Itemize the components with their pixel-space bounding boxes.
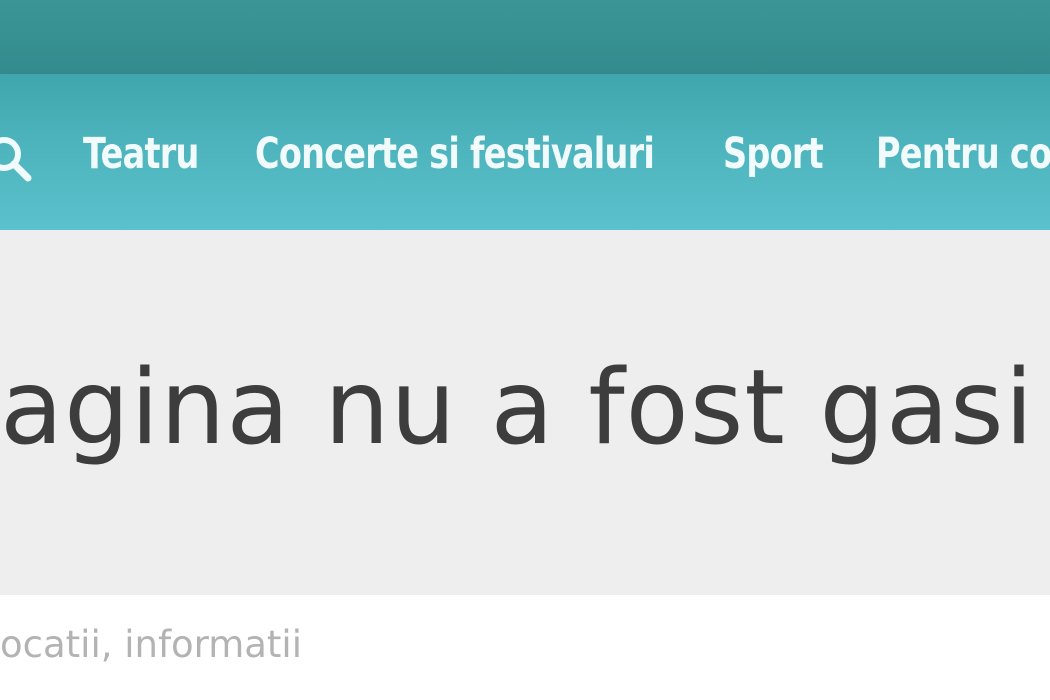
nav-item-sport[interactable]: Sport <box>723 124 824 184</box>
not-found-banner: agina nu a fost gasi <box>0 230 1050 595</box>
main-navigation: Teatru Concerte si festivaluri Sport Pen… <box>0 74 1050 230</box>
search-icon[interactable] <box>0 134 34 184</box>
top-header-bar <box>0 0 1050 74</box>
subtitle-area: ocatii, informatii <box>0 595 1050 700</box>
nav-item-teatru[interactable]: Teatru <box>83 124 199 184</box>
subtitle-text: ocatii, informatii <box>0 623 302 666</box>
nav-item-concerte-si-festivaluri[interactable]: Concerte si festivaluri <box>255 124 655 184</box>
page-title: agina nu a fost gasi <box>0 348 1035 468</box>
nav-item-pentru-copii[interactable]: Pentru co <box>876 124 1050 184</box>
